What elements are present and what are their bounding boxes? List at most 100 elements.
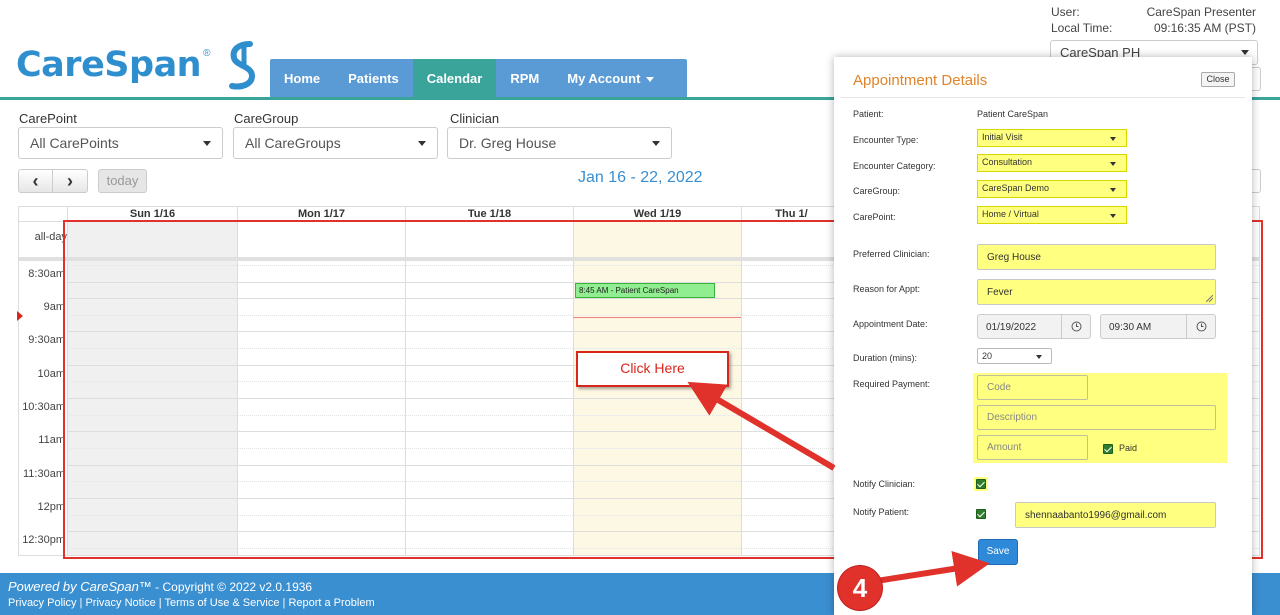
footer-links: Privacy Policy | Privacy Notice | Terms … bbox=[8, 597, 375, 609]
save-button[interactable]: Save bbox=[978, 539, 1018, 565]
nav-calendar[interactable]: Calendar bbox=[412, 59, 497, 98]
current-time-arrow-icon bbox=[17, 311, 23, 321]
chevron-down-icon bbox=[1110, 162, 1116, 166]
chevron-down-icon bbox=[203, 141, 211, 146]
carepoint-select[interactable]: All CarePoints bbox=[18, 127, 223, 159]
date-range-title: Jan 16 - 22, 2022 bbox=[578, 169, 703, 186]
day-column-sun[interactable] bbox=[67, 222, 237, 555]
clock-icon[interactable] bbox=[1061, 315, 1090, 338]
chevron-down-icon bbox=[418, 141, 426, 146]
encounter-category-label: Encounter Category: bbox=[853, 161, 936, 171]
nav-home[interactable]: Home bbox=[270, 59, 334, 98]
caregroup-select[interactable]: All CareGroups bbox=[233, 127, 438, 159]
day-column-mon[interactable] bbox=[237, 222, 405, 555]
reason-textarea[interactable]: Fever bbox=[977, 279, 1216, 305]
day-column-tue[interactable] bbox=[405, 222, 573, 555]
required-payment-label: Required Payment: bbox=[853, 379, 931, 389]
clock-icon[interactable] bbox=[1186, 315, 1215, 338]
chevron-down-icon bbox=[1110, 214, 1116, 218]
appointment-time-input[interactable]: 09:30 AM bbox=[1100, 314, 1216, 339]
time-label: 8:30am bbox=[28, 268, 65, 280]
notify-patient-label: Notify Patient: bbox=[853, 507, 910, 517]
caregroup-select[interactable]: CareSpan Demo bbox=[977, 180, 1127, 198]
terms-link[interactable]: Terms of Use & Service bbox=[165, 597, 280, 609]
notify-clinician-label: Notify Clinician: bbox=[853, 479, 916, 489]
nav-my-account[interactable]: My Account bbox=[553, 59, 668, 98]
patient-email-input[interactable]: shennaabanto1996@gmail.com bbox=[1015, 502, 1216, 528]
nav-rpm[interactable]: RPM bbox=[496, 59, 553, 98]
notify-clinician-checkbox[interactable] bbox=[976, 479, 986, 489]
chevron-down-icon bbox=[646, 77, 655, 83]
secondary-select-edge[interactable] bbox=[1251, 67, 1261, 91]
calendar-event[interactable]: 8:45 AM - Patient CareSpan bbox=[575, 283, 715, 298]
chevron-down-icon bbox=[652, 141, 660, 146]
step-number-badge: 4 bbox=[838, 566, 882, 610]
time-label: 11:30am bbox=[23, 468, 65, 480]
user-info: User: CareSpan Presenter Local Time: 09:16… bbox=[1051, 4, 1256, 36]
time-label: 11am bbox=[38, 434, 65, 446]
patient-value: Patient CareSpan bbox=[977, 109, 1049, 119]
clinician-label: Clinician bbox=[450, 111, 500, 126]
day-column-wed[interactable] bbox=[573, 222, 741, 555]
carepoint-select[interactable]: Home / Virtual bbox=[977, 206, 1127, 224]
paid-checkbox[interactable] bbox=[1103, 444, 1113, 454]
current-time-line bbox=[573, 317, 741, 318]
time-label: 10:30am bbox=[22, 401, 65, 413]
duration-select[interactable]: 20 bbox=[977, 348, 1052, 364]
main-nav: Home Patients Calendar RPM My Account bbox=[270, 59, 687, 98]
footer-copyright: Powered by CareSpan™ - Copyright © 2022 … bbox=[8, 579, 312, 594]
click-here-callout: Click Here bbox=[576, 351, 729, 387]
report-problem-link[interactable]: Report a Problem bbox=[288, 597, 374, 609]
duration-label: Duration (mins): bbox=[853, 353, 918, 363]
next-week-button[interactable]: › bbox=[53, 169, 88, 193]
appointment-date-input[interactable]: 01/19/2022 bbox=[977, 314, 1091, 339]
chevron-down-icon bbox=[1110, 137, 1116, 141]
resize-handle-icon[interactable] bbox=[1206, 295, 1213, 302]
user-label: User: bbox=[1051, 5, 1080, 19]
copyright-text: - Copyright © 2022 v2.0.1936 bbox=[151, 580, 313, 594]
all-day-label: all-day bbox=[34, 231, 67, 243]
privacy-notice-link[interactable]: Privacy Notice bbox=[85, 597, 155, 609]
payment-amount-input[interactable]: Amount bbox=[977, 435, 1088, 460]
day-header-mon: Mon 1/17 bbox=[237, 207, 405, 222]
user-value: CareSpan Presenter bbox=[1146, 5, 1256, 19]
prev-next-group: ‹ › bbox=[18, 169, 88, 193]
day-header-tue: Tue 1/18 bbox=[405, 207, 573, 222]
privacy-policy-link[interactable]: Privacy Policy bbox=[8, 597, 76, 609]
time-label: 10am bbox=[37, 368, 65, 380]
prev-week-button[interactable]: ‹ bbox=[18, 169, 53, 193]
time-label: 12pm bbox=[37, 501, 65, 513]
payment-code-input[interactable]: Code bbox=[977, 375, 1088, 400]
chevron-down-icon bbox=[1241, 50, 1249, 55]
time-label: 12:30pm bbox=[22, 534, 65, 546]
logo-registered-mark: ® bbox=[203, 47, 211, 59]
notify-patient-checkbox[interactable] bbox=[976, 509, 986, 519]
day-header-thu: Thu 1/ bbox=[741, 207, 841, 222]
close-button[interactable]: Close bbox=[1201, 72, 1235, 87]
carepoint-label: CarePoint bbox=[19, 111, 77, 126]
patient-label: Patient: bbox=[853, 109, 884, 119]
appointment-date-label: Appointment Date: bbox=[853, 319, 928, 329]
encounter-type-select[interactable]: Initial Visit bbox=[977, 129, 1127, 147]
chevron-left-icon: ‹ bbox=[32, 171, 39, 191]
today-button[interactable]: today bbox=[98, 169, 147, 193]
clinician-select[interactable]: Dr. Greg House bbox=[447, 127, 672, 159]
encounter-category-select[interactable]: Consultation bbox=[977, 154, 1127, 172]
caregroup-label: CareGroup: bbox=[853, 186, 901, 196]
preferred-clinician-input[interactable]: Greg House bbox=[977, 244, 1216, 270]
chevron-down-icon bbox=[1036, 355, 1042, 359]
appointment-details-modal: Appointment Details Close Patient: Patie… bbox=[834, 57, 1252, 615]
view-switch-edge[interactable] bbox=[1251, 169, 1261, 193]
reason-label: Reason for Appt: bbox=[853, 284, 921, 294]
carespan-logo[interactable]: CareSpan ® bbox=[16, 38, 260, 92]
local-time-value: 09:16:35 AM (PST) bbox=[1153, 21, 1256, 35]
modal-divider bbox=[841, 97, 1245, 98]
caregroup-label: CareGroup bbox=[234, 111, 299, 126]
time-label: 9am bbox=[43, 301, 65, 313]
local-time-label: Local Time: bbox=[1051, 21, 1113, 35]
powered-by: Powered by CareSpan™ bbox=[8, 579, 152, 594]
modal-title: Appointment Details bbox=[853, 72, 988, 89]
carepoint-label: CarePoint: bbox=[853, 212, 896, 222]
payment-description-input[interactable]: Description bbox=[977, 405, 1216, 430]
nav-patients[interactable]: Patients bbox=[334, 59, 413, 98]
